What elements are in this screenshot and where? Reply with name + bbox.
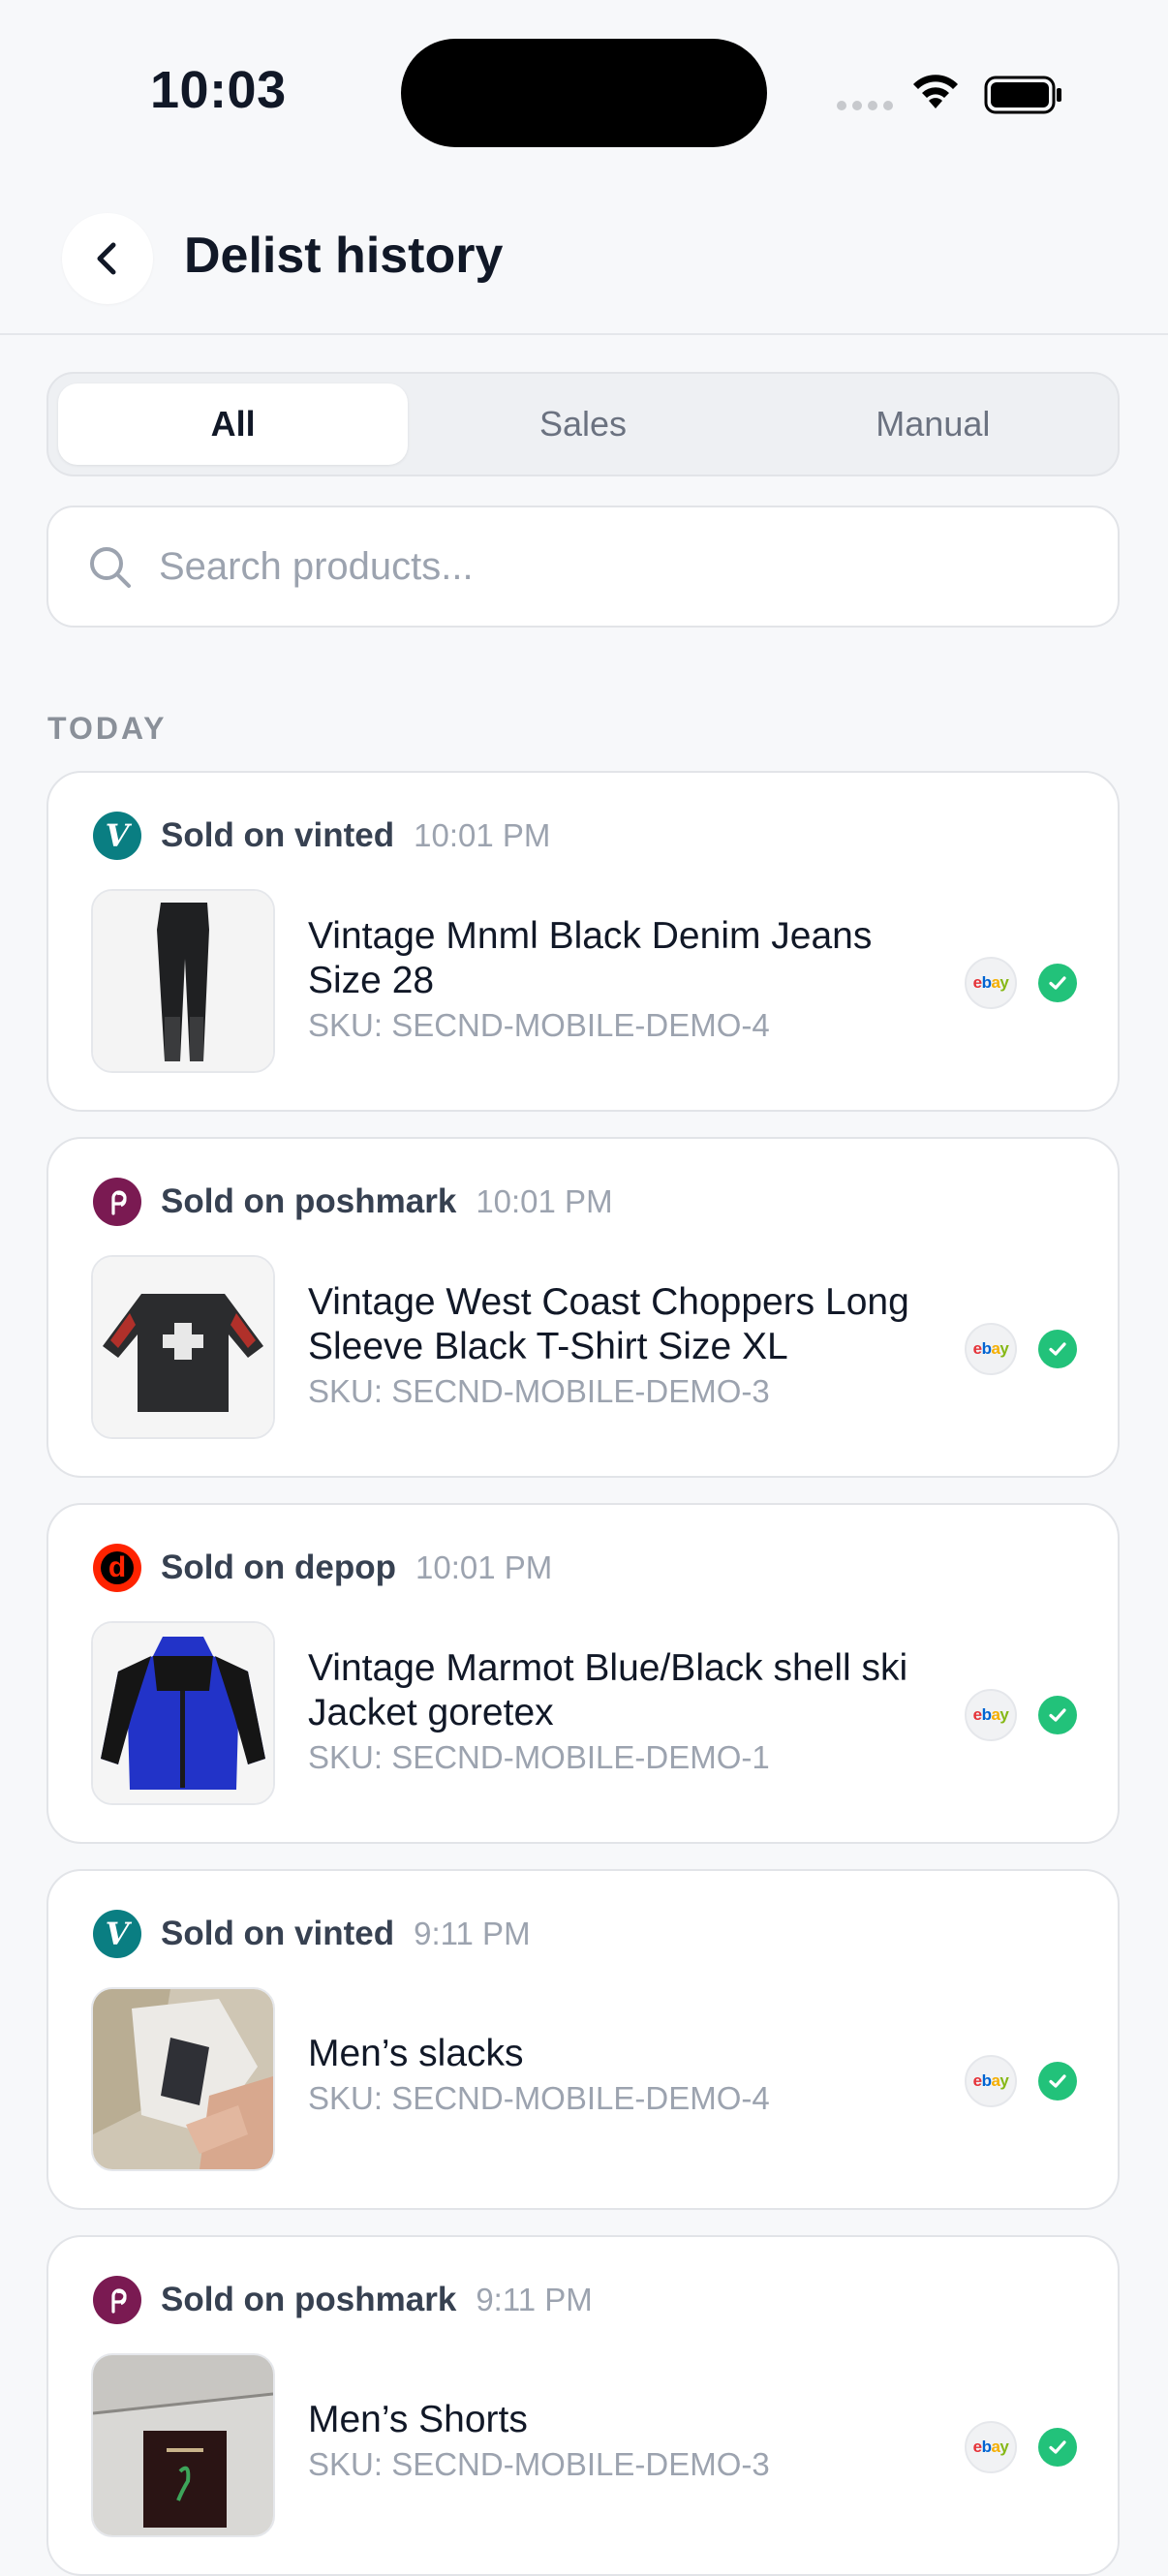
product-title: Men’s Shorts bbox=[308, 2399, 528, 2440]
list-item[interactable]: V Sold on vinted 9:11 PM Men’s slacks SK… bbox=[46, 1869, 1120, 2210]
page-title: Delist history bbox=[184, 228, 504, 284]
product-title: Vintage Mnml Black Denim Jeans Size 28 bbox=[308, 915, 873, 1001]
vinted-icon: V bbox=[93, 1910, 141, 1958]
wifi-icon bbox=[913, 75, 958, 108]
product-title: Men’s slacks bbox=[308, 2033, 524, 2074]
list-item[interactable]: Sold on poshmark 9:11 PM Men’s Shorts SK… bbox=[46, 2235, 1120, 2576]
product-thumbnail bbox=[91, 1621, 275, 1805]
sold-on-label: Sold on vinted bbox=[161, 1915, 395, 1952]
ebay-icon: ebay bbox=[965, 957, 1017, 1009]
list-item[interactable]: d Sold on depop 10:01 PM Vintage Marmot … bbox=[46, 1503, 1120, 1844]
product-title: Vintage West Coast Choppers Long Sleeve … bbox=[308, 1281, 909, 1367]
sale-info: d Sold on depop 10:01 PM bbox=[93, 1544, 552, 1592]
product-info: Vintage Marmot Blue/Black shell ski Jack… bbox=[308, 1646, 947, 1776]
dynamic-island bbox=[401, 39, 767, 147]
check-icon bbox=[1038, 1330, 1077, 1368]
back-button[interactable] bbox=[62, 213, 153, 304]
sold-time: 10:01 PM bbox=[476, 1183, 613, 1219]
search-icon bbox=[90, 547, 131, 588]
product-thumbnail bbox=[91, 2353, 275, 2537]
search-bar bbox=[46, 506, 1120, 628]
product-sku: SKU: SECND-MOBILE-DEMO-1 bbox=[308, 1739, 770, 1775]
product-info: Vintage West Coast Choppers Long Sleeve … bbox=[308, 1280, 947, 1410]
poshmark-icon bbox=[93, 2276, 141, 2324]
sold-time: 10:01 PM bbox=[415, 1549, 553, 1585]
chevron-left-icon bbox=[97, 242, 116, 275]
ebay-icon: ebay bbox=[965, 2421, 1017, 2473]
vinted-icon: V bbox=[93, 812, 141, 860]
section-label-today: TODAY bbox=[47, 711, 168, 746]
product-sku: SKU: SECND-MOBILE-DEMO-3 bbox=[308, 2446, 770, 2482]
product-thumbnail bbox=[91, 1255, 275, 1439]
depop-icon: d bbox=[93, 1544, 141, 1592]
check-icon bbox=[1038, 1696, 1077, 1734]
sale-info: Sold on poshmark 10:01 PM bbox=[93, 1178, 613, 1226]
sold-on-label: Sold on vinted bbox=[161, 816, 395, 854]
sold-time: 10:01 PM bbox=[414, 817, 551, 853]
sale-info: V Sold on vinted 9:11 PM bbox=[93, 1910, 531, 1958]
header: Delist history bbox=[0, 184, 1168, 335]
product-info: Men’s Shorts SKU: SECND-MOBILE-DEMO-3 bbox=[308, 2398, 947, 2483]
product-info: Vintage Mnml Black Denim Jeans Size 28 S… bbox=[308, 914, 947, 1044]
sale-info: V Sold on vinted 10:01 PM bbox=[93, 812, 550, 860]
list-item[interactable]: Sold on poshmark 10:01 PM Vintage West C… bbox=[46, 1137, 1120, 1478]
status-bar: 10:03 bbox=[0, 0, 1168, 184]
tab-sales[interactable]: Sales bbox=[408, 383, 757, 465]
product-info: Men’s slacks SKU: SECND-MOBILE-DEMO-4 bbox=[308, 2032, 947, 2117]
ebay-icon: ebay bbox=[965, 2055, 1017, 2107]
tab-all[interactable]: All bbox=[58, 383, 409, 465]
check-icon bbox=[1038, 2062, 1077, 2101]
ebay-icon: ebay bbox=[965, 1689, 1017, 1741]
poshmark-icon bbox=[93, 1178, 141, 1226]
status-time: 10:03 bbox=[150, 61, 287, 119]
product-title: Vintage Marmot Blue/Black shell ski Jack… bbox=[308, 1647, 908, 1733]
cellular-signal-icon bbox=[837, 101, 893, 110]
check-icon bbox=[1038, 964, 1077, 1002]
product-sku: SKU: SECND-MOBILE-DEMO-3 bbox=[308, 1373, 770, 1409]
battery-icon bbox=[984, 76, 1061, 114]
filter-tabs: All Sales Manual bbox=[46, 372, 1120, 476]
sold-time: 9:11 PM bbox=[476, 2282, 593, 2317]
list-item[interactable]: V Sold on vinted 10:01 PM Vintage Mnml B… bbox=[46, 771, 1120, 1112]
check-icon bbox=[1038, 2428, 1077, 2467]
sold-on-label: Sold on poshmark bbox=[161, 1182, 457, 1220]
ebay-icon: ebay bbox=[965, 1323, 1017, 1375]
tab-manual[interactable]: Manual bbox=[758, 383, 1108, 465]
product-sku: SKU: SECND-MOBILE-DEMO-4 bbox=[308, 2080, 770, 2116]
sold-on-label: Sold on poshmark bbox=[161, 2281, 457, 2318]
sale-info: Sold on poshmark 9:11 PM bbox=[93, 2276, 593, 2324]
sold-on-label: Sold on depop bbox=[161, 1549, 397, 1586]
product-sku: SKU: SECND-MOBILE-DEMO-4 bbox=[308, 1007, 770, 1043]
product-thumbnail bbox=[91, 1987, 275, 2171]
search-input[interactable] bbox=[157, 537, 1071, 597]
product-thumbnail bbox=[91, 889, 275, 1073]
sold-time: 9:11 PM bbox=[414, 1916, 531, 1951]
